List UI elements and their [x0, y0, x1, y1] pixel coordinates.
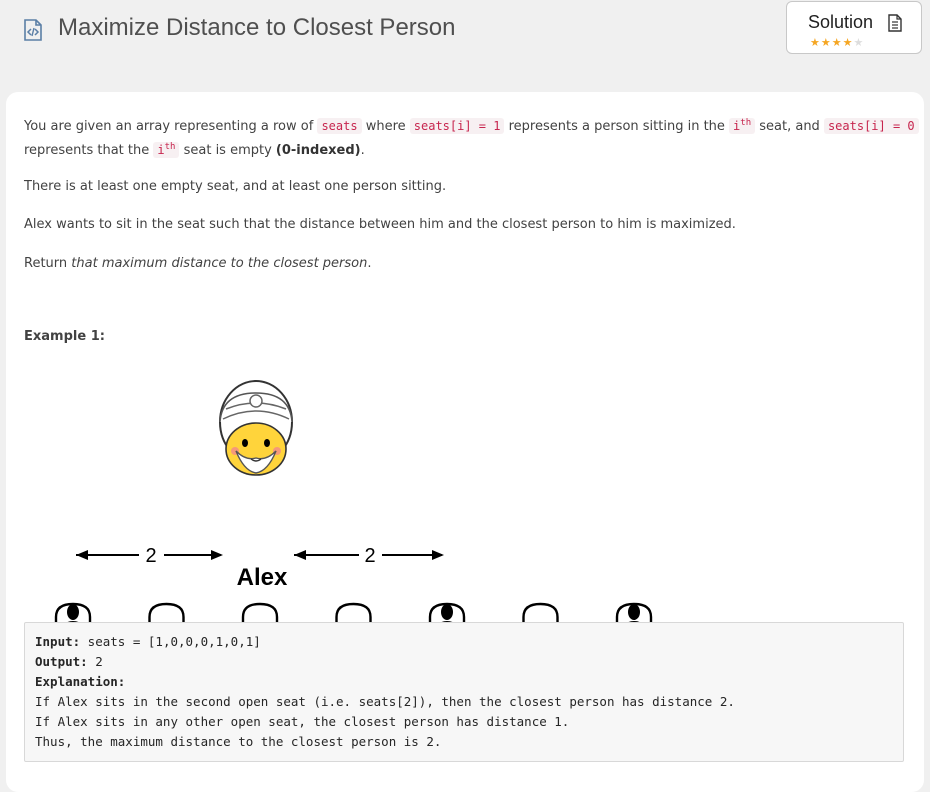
page-title: Maximize Distance to Closest Person	[58, 14, 456, 41]
solution-button[interactable]: Solution ★★★★★	[786, 1, 922, 54]
input-value: seats = [1,0,0,0,1,0,1]	[80, 634, 261, 649]
bold-text: (0-indexed)	[275, 143, 361, 158]
inline-code: seats[i] = 0	[823, 118, 919, 134]
explanation-line: If Alex sits in the second open seat (i.…	[35, 694, 735, 709]
star-icon: ★	[810, 36, 821, 49]
seat-0	[44, 602, 102, 622]
problem-header: Maximize Distance to Closest Person Solu…	[0, 0, 930, 70]
text: .	[360, 143, 365, 158]
example-title: Example 1:	[24, 329, 105, 344]
half-star-icon: ★	[853, 36, 865, 49]
solution-label: Solution	[808, 12, 874, 32]
inline-code: ith	[153, 142, 180, 158]
description-paragraph-3: Alex wants to sit in the seat such that …	[24, 217, 736, 232]
italic-text: that maximum distance to the closest per…	[71, 256, 368, 271]
example-figure: 2 2 Alex 0123456	[44, 380, 663, 622]
star-icon: ★	[831, 36, 843, 49]
inline-code: seats[i] = 1	[409, 118, 505, 134]
explanation-line: Thus, the maximum distance to the closes…	[35, 734, 442, 749]
example-code-block: Input: seats = [1,0,0,0,1,0,1] Output: 2…	[24, 622, 904, 762]
input-label: Input:	[35, 634, 81, 649]
description-paragraph-1-cont: represents that the ith seat is empty (0…	[24, 135, 365, 163]
distance-left-label: 2	[145, 545, 156, 567]
description-paragraph-4: Return that maximum distance to the clos…	[24, 252, 372, 276]
text: You are given an array representing a ro…	[24, 119, 318, 134]
seat-4	[418, 602, 476, 622]
chair-icon	[231, 602, 289, 622]
output-label: Output:	[35, 654, 88, 669]
description-paragraph-2: There is at least one empty seat, and at…	[24, 179, 447, 194]
inline-code: ith	[729, 118, 756, 134]
text: seat is empty	[179, 143, 276, 158]
text: .	[367, 256, 372, 271]
chair-icon	[137, 602, 196, 622]
explanation-label: Explanation:	[35, 674, 126, 689]
person-label: Alex	[237, 564, 288, 591]
seat-row: 0123456	[44, 602, 663, 622]
seat-5	[511, 602, 570, 622]
seat-2	[231, 602, 289, 622]
text: represents that the	[24, 143, 154, 158]
inline-code: seats	[317, 118, 362, 134]
alex-avatar	[219, 380, 293, 476]
text: represents a person sitting in the	[504, 119, 730, 134]
text: where	[361, 119, 410, 134]
text: seat, and	[755, 119, 824, 134]
text: Return	[24, 256, 72, 271]
star-icon: ★	[820, 36, 832, 49]
star-icon: ★	[842, 36, 854, 49]
seat-3	[324, 602, 383, 622]
distance-arrow-left: 2	[76, 545, 223, 567]
chair-icon	[511, 602, 570, 622]
code-file-icon	[24, 19, 42, 41]
explanation-line: If Alex sits in any other open seat, the…	[35, 714, 570, 729]
document-icon	[888, 14, 902, 32]
chair-icon	[324, 602, 383, 622]
rating-stars: ★★★★★	[810, 37, 864, 49]
seat-1	[137, 602, 196, 622]
distance-right-label: 2	[364, 545, 375, 567]
output-value: 2	[87, 654, 103, 669]
problem-description-card: You are given an array representing a ro…	[6, 92, 924, 792]
seat-6	[605, 602, 663, 622]
distance-arrow-right: 2	[294, 545, 444, 567]
